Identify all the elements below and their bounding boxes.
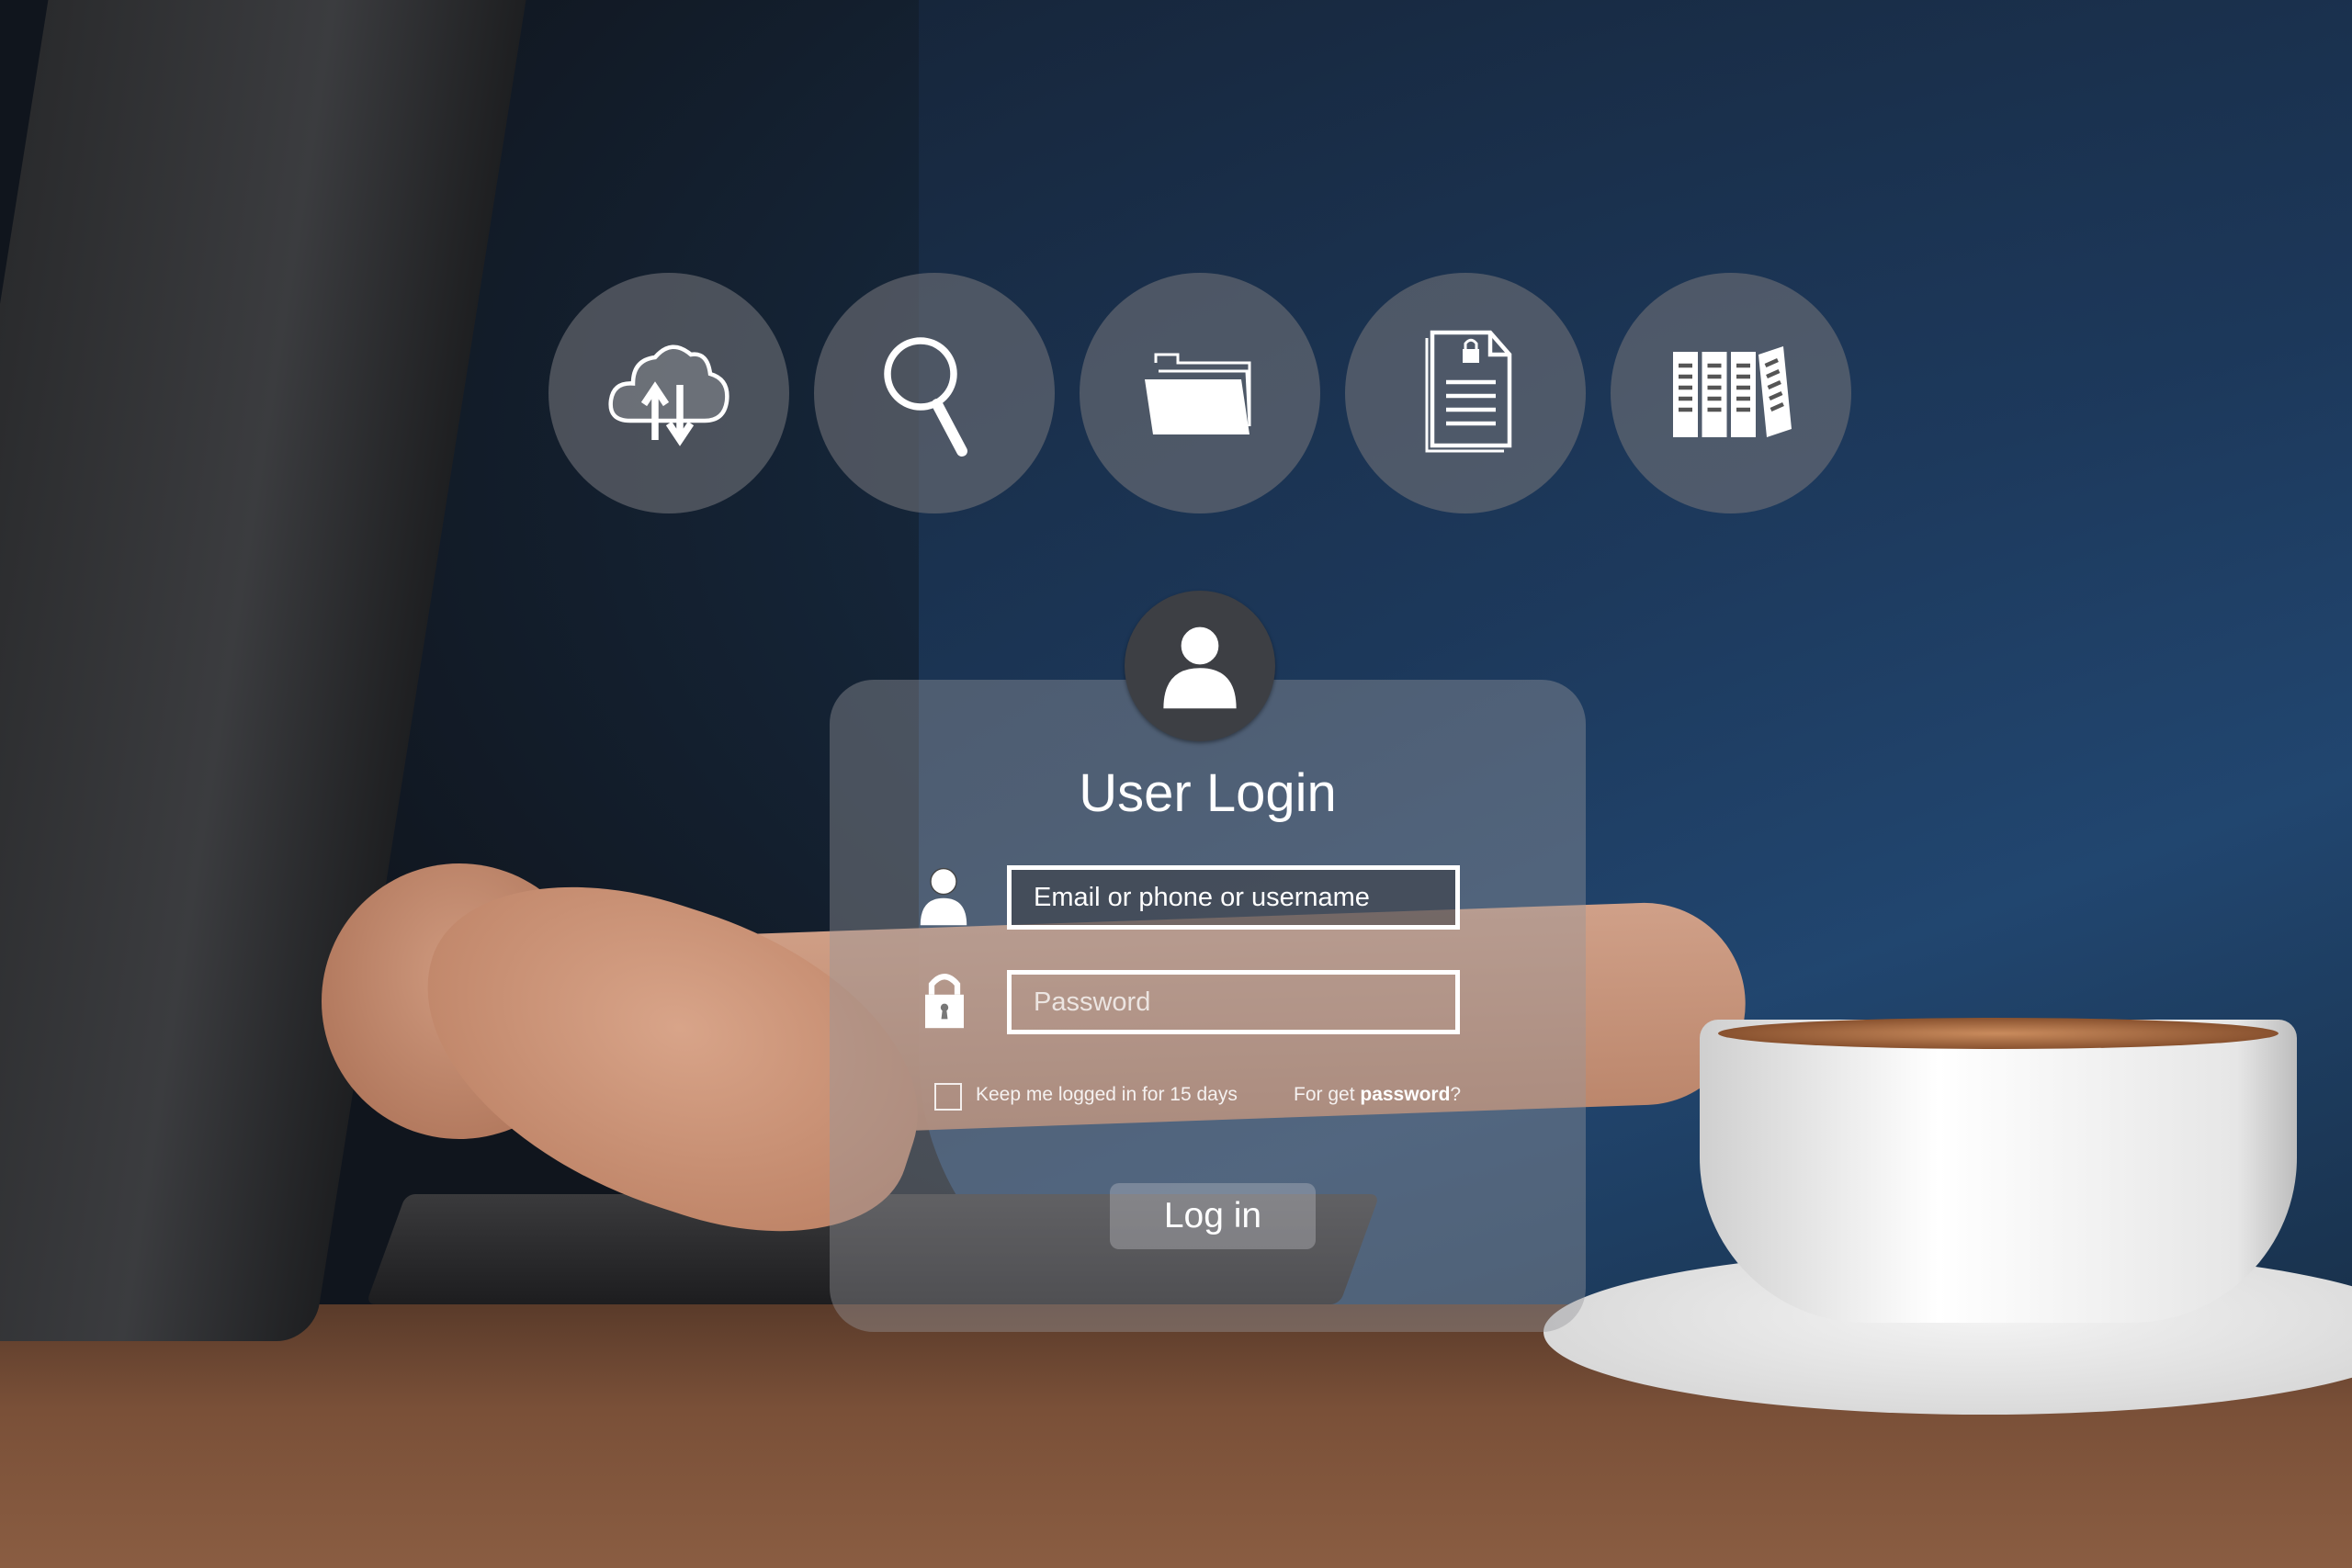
forgot-password-link[interactable]: For get password? [1294, 1084, 1461, 1106]
forgot-password-bold: password [1360, 1084, 1451, 1105]
cloud-sync-icon [608, 344, 729, 446]
avatar [1125, 591, 1275, 741]
search-button[interactable] [814, 273, 1055, 513]
forgot-password-prefix: For get [1294, 1084, 1361, 1105]
background-cup [1700, 1020, 2297, 1323]
archive-button[interactable] [1611, 273, 1851, 513]
password-input[interactable] [1007, 970, 1460, 1034]
locked-document-icon [1425, 330, 1512, 453]
username-input[interactable] [1007, 865, 1460, 930]
remember-me-checkbox[interactable] [934, 1083, 962, 1111]
remember-me-label: Keep me logged in for 15 days [976, 1084, 1238, 1105]
folder-button[interactable] [1080, 273, 1320, 513]
folder-icon [1145, 353, 1251, 434]
login-button[interactable]: Log in [1110, 1183, 1316, 1249]
forgot-password-suffix: ? [1450, 1084, 1462, 1105]
search-icon [884, 337, 967, 457]
user-avatar-icon [1163, 624, 1237, 709]
secure-document-button[interactable] [1345, 273, 1586, 513]
cloud-sync-button[interactable] [548, 273, 789, 513]
login-title: User Login [1079, 763, 1337, 823]
user-icon [920, 867, 967, 926]
background-coffee [1718, 1018, 2278, 1049]
lock-icon [925, 974, 964, 1029]
binders-icon [1673, 346, 1792, 437]
